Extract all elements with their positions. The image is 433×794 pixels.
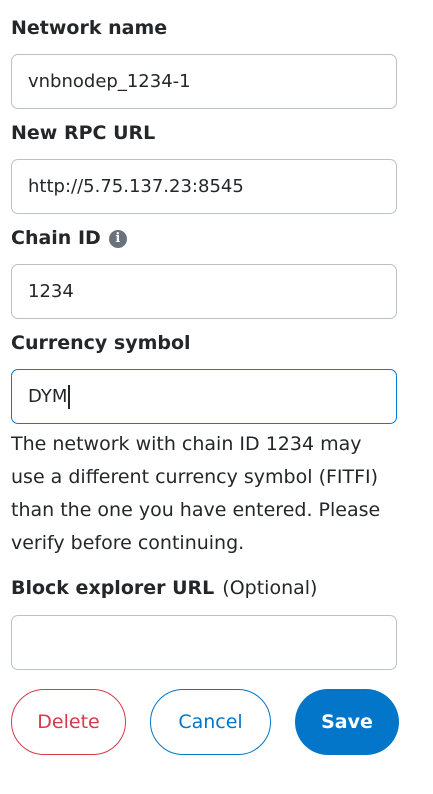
optional-tag: (Optional) bbox=[222, 577, 318, 599]
currency-symbol-input[interactable]: DYM bbox=[11, 369, 397, 424]
cancel-button[interactable]: Cancel bbox=[150, 689, 271, 755]
currency-symbol-value: DYM bbox=[28, 386, 68, 407]
network-name-label: Network name bbox=[11, 17, 168, 39]
chain-id-label: Chain ID i bbox=[11, 226, 127, 250]
rpc-url-value: http://5.75.137.23:8545 bbox=[28, 176, 244, 197]
network-name-input[interactable]: vnbnodep_1234-1 bbox=[11, 54, 397, 109]
network-name-value: vnbnodep_1234-1 bbox=[28, 71, 191, 92]
info-icon[interactable]: i bbox=[108, 230, 127, 248]
chain-id-input[interactable]: 1234 bbox=[11, 264, 397, 319]
save-button[interactable]: Save bbox=[295, 689, 399, 755]
currency-symbol-warning: The network with chain ID 1234 may use a… bbox=[11, 433, 381, 554]
rpc-url-label: New RPC URL bbox=[11, 122, 156, 144]
block-explorer-input[interactable] bbox=[11, 615, 397, 670]
text-caret bbox=[68, 384, 70, 409]
delete-button[interactable]: Delete bbox=[11, 689, 126, 755]
block-explorer-label: Block explorer URL (Optional) bbox=[11, 577, 318, 599]
chain-id-value: 1234 bbox=[28, 281, 74, 302]
currency-symbol-label: Currency symbol bbox=[11, 332, 191, 354]
rpc-url-input[interactable]: http://5.75.137.23:8545 bbox=[11, 159, 397, 214]
